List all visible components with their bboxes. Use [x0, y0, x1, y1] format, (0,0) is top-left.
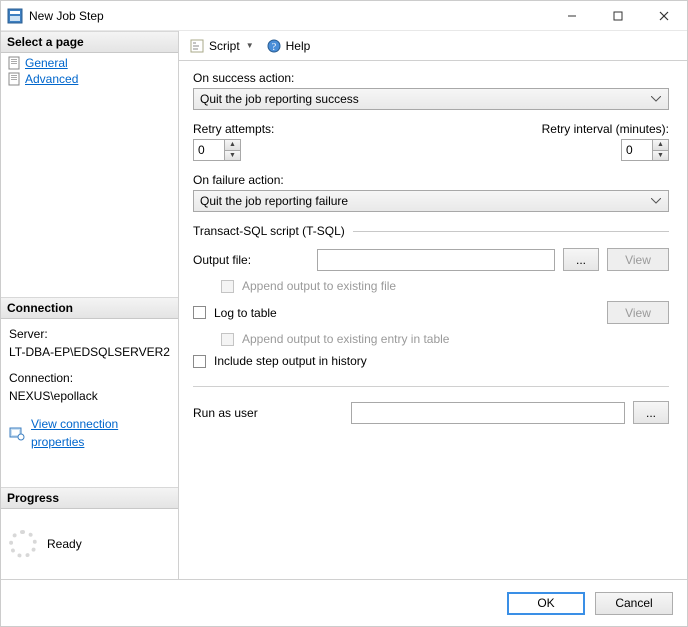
help-label: Help — [286, 39, 311, 53]
dialog-footer: OK Cancel — [1, 579, 687, 626]
svg-text:?: ? — [271, 42, 276, 53]
help-button[interactable]: ? Help — [262, 36, 315, 56]
window-title: New Job Step — [29, 9, 104, 23]
script-label: Script — [209, 39, 240, 53]
stepper-up-button[interactable]: ▲ — [653, 140, 668, 151]
server-label: Server: — [9, 325, 170, 343]
run-as-user-label: Run as user — [193, 406, 343, 420]
on-success-select[interactable]: Quit the job reporting success — [193, 88, 669, 110]
progress-header: Progress — [1, 487, 178, 509]
sidebar: Select a page General Advanced Connectio… — [1, 31, 179, 579]
help-icon: ? — [266, 38, 282, 54]
on-success-value: Quit the job reporting success — [200, 92, 359, 106]
divider — [353, 231, 669, 232]
ok-button[interactable]: OK — [507, 592, 585, 615]
include-history-label: Include step output in history — [214, 354, 367, 368]
connection-properties-icon — [9, 425, 25, 441]
output-file-input[interactable] — [317, 249, 555, 271]
connection-info: Server: LT-DBA-EP\EDSQLSERVER2016 Connec… — [1, 319, 178, 457]
connection-header: Connection — [1, 297, 178, 319]
on-success-label: On success action: — [193, 71, 669, 85]
script-button[interactable]: Script ▼ — [185, 36, 258, 56]
toolbar: Script ▼ ? Help — [179, 31, 687, 61]
stepper-up-button[interactable]: ▲ — [225, 140, 240, 151]
stepper-down-button[interactable]: ▼ — [653, 151, 668, 161]
page-item-advanced[interactable]: Advanced — [5, 71, 174, 87]
progress-spinner-icon — [9, 530, 37, 558]
output-file-view-button: View — [607, 248, 669, 271]
connection-label: Connection: — [9, 369, 170, 387]
titlebar: New Job Step — [1, 1, 687, 31]
retry-interval-input[interactable] — [622, 140, 652, 160]
append-output-file-checkbox — [221, 280, 234, 293]
cancel-button[interactable]: Cancel — [595, 592, 673, 615]
on-failure-select[interactable]: Quit the job reporting failure — [193, 190, 669, 212]
close-button[interactable] — [641, 1, 687, 31]
retry-attempts-stepper[interactable]: ▲ ▼ — [193, 139, 241, 161]
on-failure-label: On failure action: — [193, 173, 669, 187]
minimize-button[interactable] — [549, 1, 595, 31]
select-page-header: Select a page — [1, 31, 178, 53]
connection-value: NEXUS\epollack — [9, 387, 170, 405]
divider — [193, 386, 669, 387]
retry-interval-label: Retry interval (minutes): — [542, 122, 669, 136]
tsql-fieldset-title: Transact-SQL script (T-SQL) — [193, 224, 345, 238]
chevron-down-icon — [648, 194, 664, 208]
append-table-checkbox — [221, 333, 234, 346]
stepper-down-button[interactable]: ▼ — [225, 151, 240, 161]
chevron-down-icon — [648, 92, 664, 106]
output-file-browse-button[interactable]: ... — [563, 248, 599, 271]
retry-attempts-label: Retry attempts: — [193, 122, 274, 136]
view-connection-properties-link[interactable]: View connection properties — [31, 415, 170, 451]
retry-attempts-input[interactable] — [194, 140, 224, 160]
run-as-user-input[interactable] — [351, 402, 625, 424]
server-value: LT-DBA-EP\EDSQLSERVER2016 — [9, 343, 170, 361]
retry-interval-stepper[interactable]: ▲ ▼ — [621, 139, 669, 161]
chevron-down-icon: ▼ — [246, 41, 254, 50]
maximize-button[interactable] — [595, 1, 641, 31]
page-link[interactable]: General — [25, 56, 68, 70]
progress-status: Ready — [47, 537, 82, 551]
log-table-view-button: View — [607, 301, 669, 324]
output-file-label: Output file: — [193, 253, 309, 267]
page-icon — [7, 72, 21, 86]
log-to-table-label: Log to table — [214, 306, 277, 320]
page-icon — [7, 56, 21, 70]
page-link[interactable]: Advanced — [25, 72, 78, 86]
include-history-checkbox[interactable] — [193, 355, 206, 368]
append-table-label: Append output to existing entry in table — [242, 332, 449, 346]
page-item-general[interactable]: General — [5, 55, 174, 71]
app-icon — [7, 8, 23, 24]
on-failure-value: Quit the job reporting failure — [200, 194, 348, 208]
main-panel: Script ▼ ? Help On success action: Quit … — [179, 31, 687, 579]
log-to-table-checkbox[interactable] — [193, 306, 206, 319]
script-icon — [189, 38, 205, 54]
append-output-file-label: Append output to existing file — [242, 279, 396, 293]
run-as-user-browse-button[interactable]: ... — [633, 401, 669, 424]
